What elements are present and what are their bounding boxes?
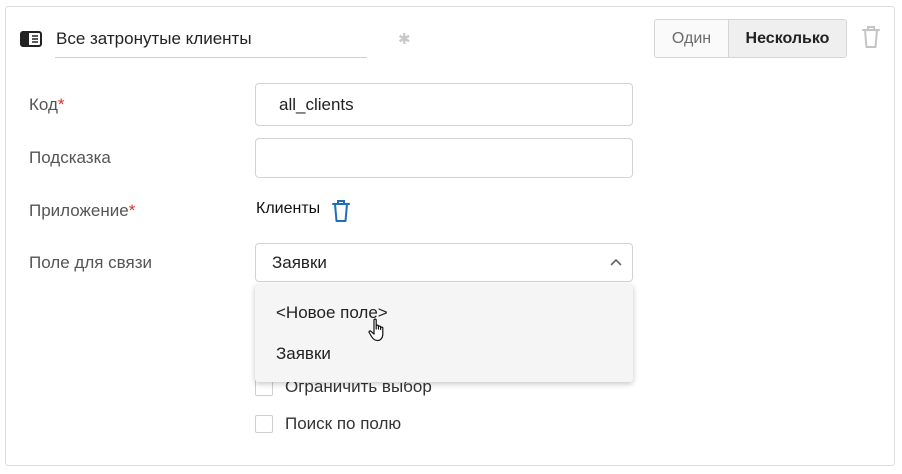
link-field-select[interactable]: Заявки — [255, 243, 633, 282]
app-label-text: Приложение — [29, 201, 129, 220]
code-label-text: Код — [29, 95, 58, 114]
link-field-dropdown: <Новое поле> Заявки — [255, 284, 633, 382]
hint-input[interactable] — [255, 138, 633, 178]
code-input[interactable]: all_clients — [255, 83, 633, 126]
delete-field-trash-icon[interactable] — [860, 24, 882, 50]
hint-label: Подсказка — [29, 148, 111, 167]
app-label: Приложение* — [29, 201, 135, 221]
chevron-up-icon[interactable] — [610, 258, 622, 266]
sidebar-panel-icon — [20, 31, 42, 47]
hand-cursor-icon — [368, 318, 384, 342]
link-field-select-value: Заявки — [272, 253, 327, 272]
required-mark: * — [57, 95, 65, 114]
required-mark: * — [128, 201, 136, 220]
search-by-field-checkbox[interactable] — [255, 415, 273, 433]
field-settings-panel — [5, 6, 895, 466]
search-by-field-label: Поиск по полю — [285, 414, 402, 433]
asterisk-icon: ✱ — [398, 31, 411, 48]
remove-app-trash-icon[interactable] — [330, 198, 352, 224]
mode-toggle: Один Несколько — [654, 19, 847, 58]
mode-single-button[interactable]: Один — [655, 20, 729, 57]
mode-multiple-button[interactable]: Несколько — [729, 20, 846, 57]
code-input-value: all_clients — [279, 95, 354, 114]
link-field-label: Поле для связи — [29, 253, 153, 272]
title-input-value: Все затронутые клиенты — [56, 29, 252, 48]
code-label: Код* — [29, 95, 65, 115]
dropdown-option-requests[interactable]: Заявки — [276, 344, 331, 364]
title-input[interactable]: Все затронутые клиенты — [55, 22, 367, 58]
app-value[interactable]: Клиенты — [256, 200, 320, 218]
